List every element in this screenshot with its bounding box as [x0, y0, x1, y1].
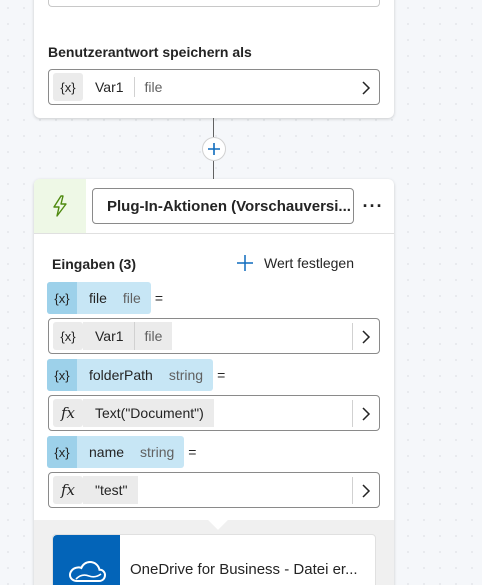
notch	[208, 510, 228, 530]
save-variable-picker[interactable]: {x} Var1 file	[48, 69, 380, 105]
param-type: file	[122, 290, 141, 306]
formula-chip: "test"	[83, 476, 138, 504]
plugin-card-header: Plug-In-Aktionen (Vorschauversi... ···	[34, 179, 394, 234]
question-text-input[interactable]	[48, 0, 380, 7]
question-node-card: Benutzerantwort speichern als {x} Var1 f…	[34, 0, 394, 118]
chevron-right-icon[interactable]	[352, 74, 379, 101]
param-type: string	[168, 367, 204, 383]
plugin-action-card: Plug-In-Aktionen (Vorschauversi... ··· E…	[34, 179, 394, 585]
param-file-value[interactable]: {x} Var1 file	[48, 318, 380, 354]
variable-icon: {x}	[47, 436, 77, 468]
set-value-label: Wert festlegen	[264, 255, 355, 271]
plugin-title-field[interactable]: Plug-In-Aktionen (Vorschauversi...	[92, 188, 354, 224]
param-chip: {x} folderPath string	[47, 359, 214, 391]
chevron-right-icon[interactable]	[352, 323, 379, 350]
equals-sign: =	[217, 367, 226, 383]
param-name: file	[89, 290, 107, 306]
variable-icon: {x}	[47, 359, 77, 391]
chevron-right-icon[interactable]	[352, 477, 379, 504]
set-value-button[interactable]: Wert festlegen	[236, 252, 354, 274]
plus-icon	[208, 143, 220, 155]
value-chip: Var1	[83, 322, 134, 350]
variable-name: Var1	[95, 79, 124, 95]
variable-icon: {x}	[53, 73, 83, 101]
value-type: file	[133, 322, 173, 350]
formula-icon: fx	[53, 399, 83, 427]
param-name: folderPath	[89, 367, 153, 383]
add-node-button[interactable]	[202, 137, 226, 161]
chevron-right-icon[interactable]	[352, 400, 379, 427]
connector-line	[213, 118, 214, 137]
formula-chip: Text("Document")	[83, 399, 214, 427]
variable-icon: {x}	[53, 322, 83, 350]
lightning-bolt-icon	[53, 195, 67, 217]
param-type: string	[140, 444, 175, 460]
variable-icon: {x}	[47, 282, 77, 314]
param-name: name	[89, 444, 125, 460]
plugin-icon-box	[34, 179, 86, 233]
onedrive-logo-icon	[53, 535, 120, 585]
plus-icon	[237, 255, 253, 271]
equals-sign: =	[188, 444, 197, 460]
connector-section: OneDrive for Business - Datei er...	[34, 510, 394, 585]
param-file: {x} file file =	[47, 282, 163, 314]
param-folderpath-value[interactable]: fx Text("Document")	[48, 395, 380, 431]
connector-line	[213, 161, 214, 179]
param-chip: {x} file file	[47, 282, 151, 314]
param-name-value[interactable]: fx "test"	[48, 472, 380, 508]
param-name-row: {x} name string =	[47, 436, 196, 468]
connector-name: OneDrive for Business - Datei er...	[130, 561, 358, 578]
param-chip: {x} name string	[47, 436, 185, 468]
variable-type: file	[133, 77, 173, 97]
onedrive-connector-card[interactable]: OneDrive for Business - Datei er...	[52, 534, 376, 585]
param-folderpath: {x} folderPath string =	[47, 359, 225, 391]
equals-sign: =	[154, 290, 163, 306]
formula-icon: fx	[53, 476, 83, 504]
inputs-heading: Eingaben (3)	[52, 256, 137, 272]
save-response-label: Benutzerantwort speichern als	[48, 44, 252, 60]
more-options-button[interactable]: ···	[360, 193, 386, 219]
